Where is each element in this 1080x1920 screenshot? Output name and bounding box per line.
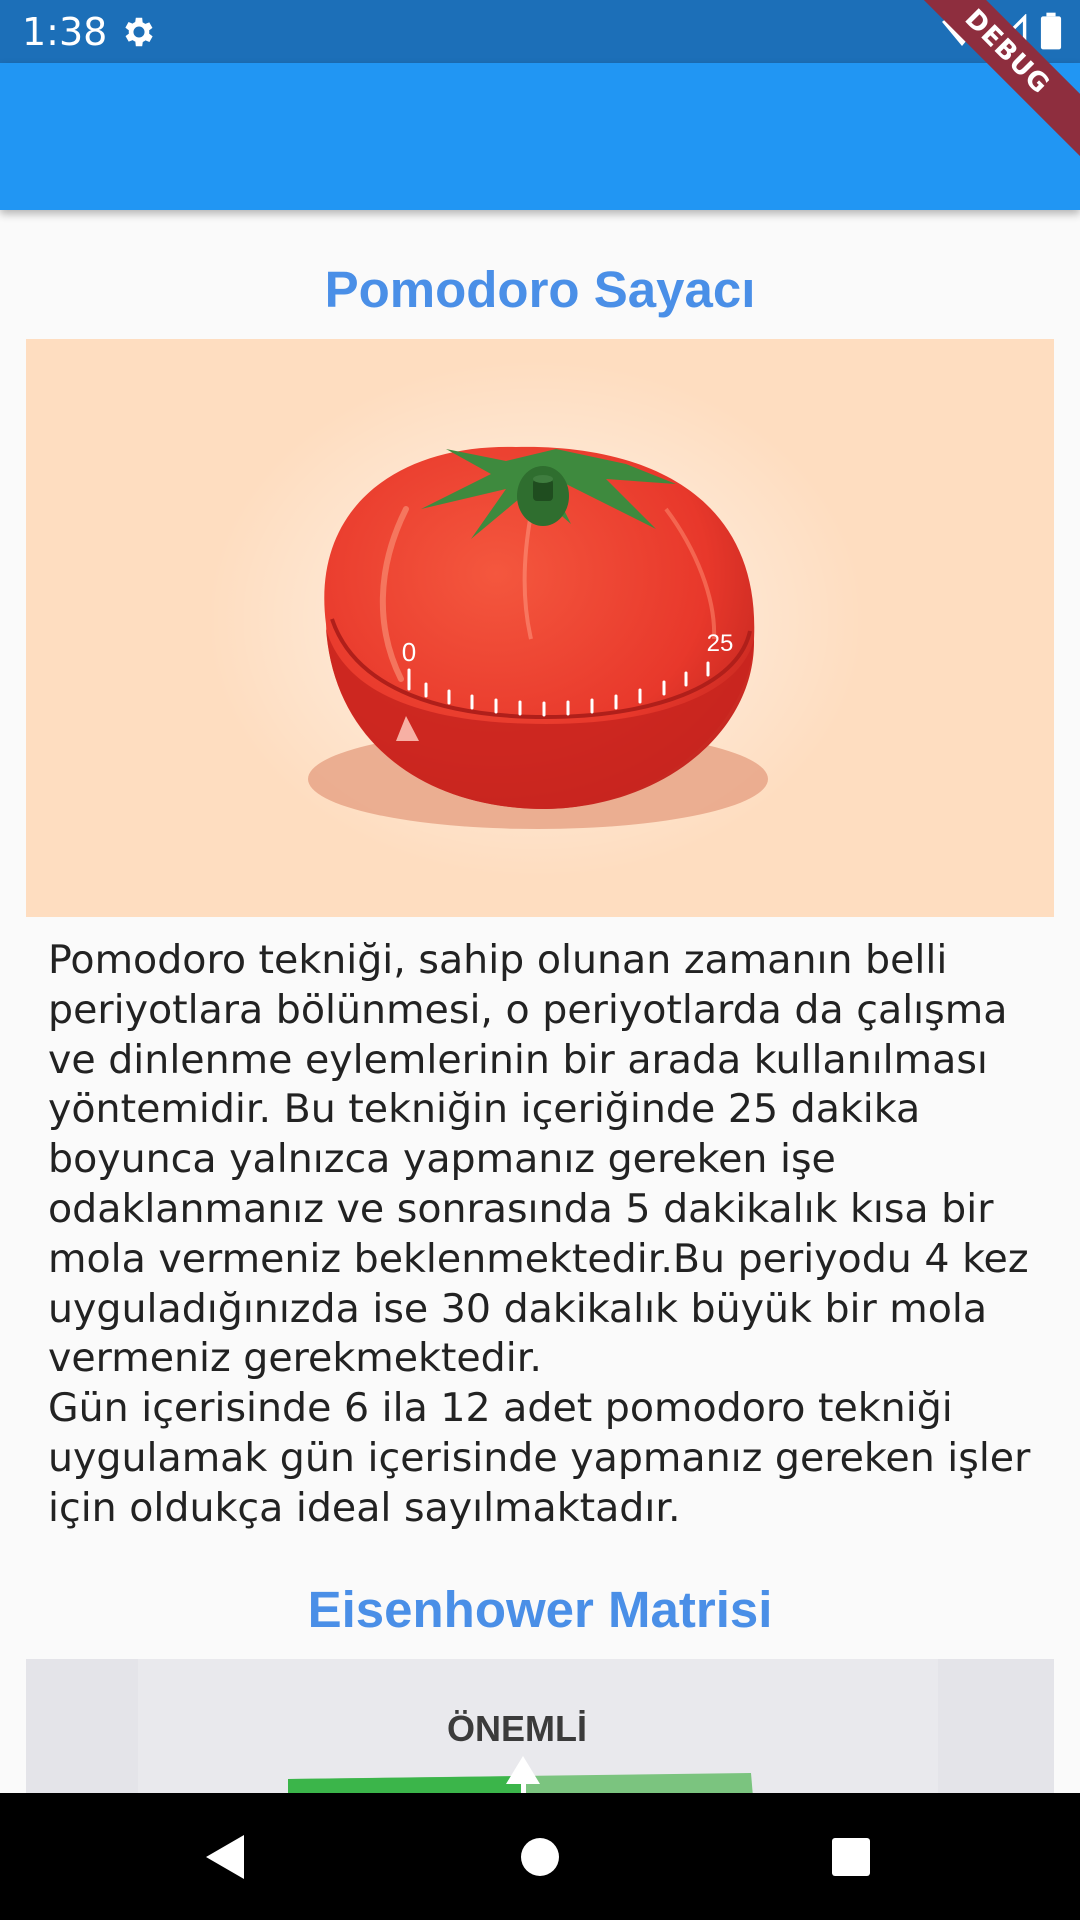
eisenhower-image: ÖNEMLİ xyxy=(26,1659,1054,1793)
home-button[interactable] xyxy=(476,1793,603,1920)
home-icon xyxy=(520,1837,559,1876)
status-bar: 1:38 xyxy=(0,0,1080,63)
pomodoro-paragraph-1: Pomodoro tekniği, sahip olunan zamanın b… xyxy=(48,937,1029,1382)
app-bar xyxy=(0,63,1080,210)
content-scroll[interactable]: Pomodoro Sayacı 0 25 Pomodoro tekniği, s… xyxy=(0,210,1080,1793)
back-icon xyxy=(205,1834,244,1879)
dial-label-end: 25 xyxy=(707,630,734,657)
pomodoro-description: Pomodoro tekniği, sahip olunan zamanın b… xyxy=(48,936,1038,1534)
pomodoro-image: 0 25 xyxy=(26,339,1054,917)
settings-icon xyxy=(125,17,153,47)
eisenhower-matrix-icon: ÖNEMLİ xyxy=(138,1659,938,1793)
section-title-pomodoro: Pomodoro Sayacı xyxy=(324,261,756,318)
recents-icon xyxy=(831,1837,870,1876)
navigation-bar xyxy=(0,1793,1080,1920)
section-title-eisenhower: Eisenhower Matrisi xyxy=(307,1581,773,1638)
dial-label-start: 0 xyxy=(402,637,416,667)
status-time: 1:38 xyxy=(22,10,108,54)
battery-icon xyxy=(1040,12,1062,50)
back-button[interactable] xyxy=(162,1793,289,1920)
eisenhower-label-important: ÖNEMLİ xyxy=(447,1708,587,1749)
recents-button[interactable] xyxy=(787,1793,914,1920)
pomodoro-paragraph-2: Gün içerisinde 6 ila 12 adet pomodoro te… xyxy=(48,1385,1031,1531)
tomato-timer-icon: 0 25 xyxy=(206,359,866,879)
